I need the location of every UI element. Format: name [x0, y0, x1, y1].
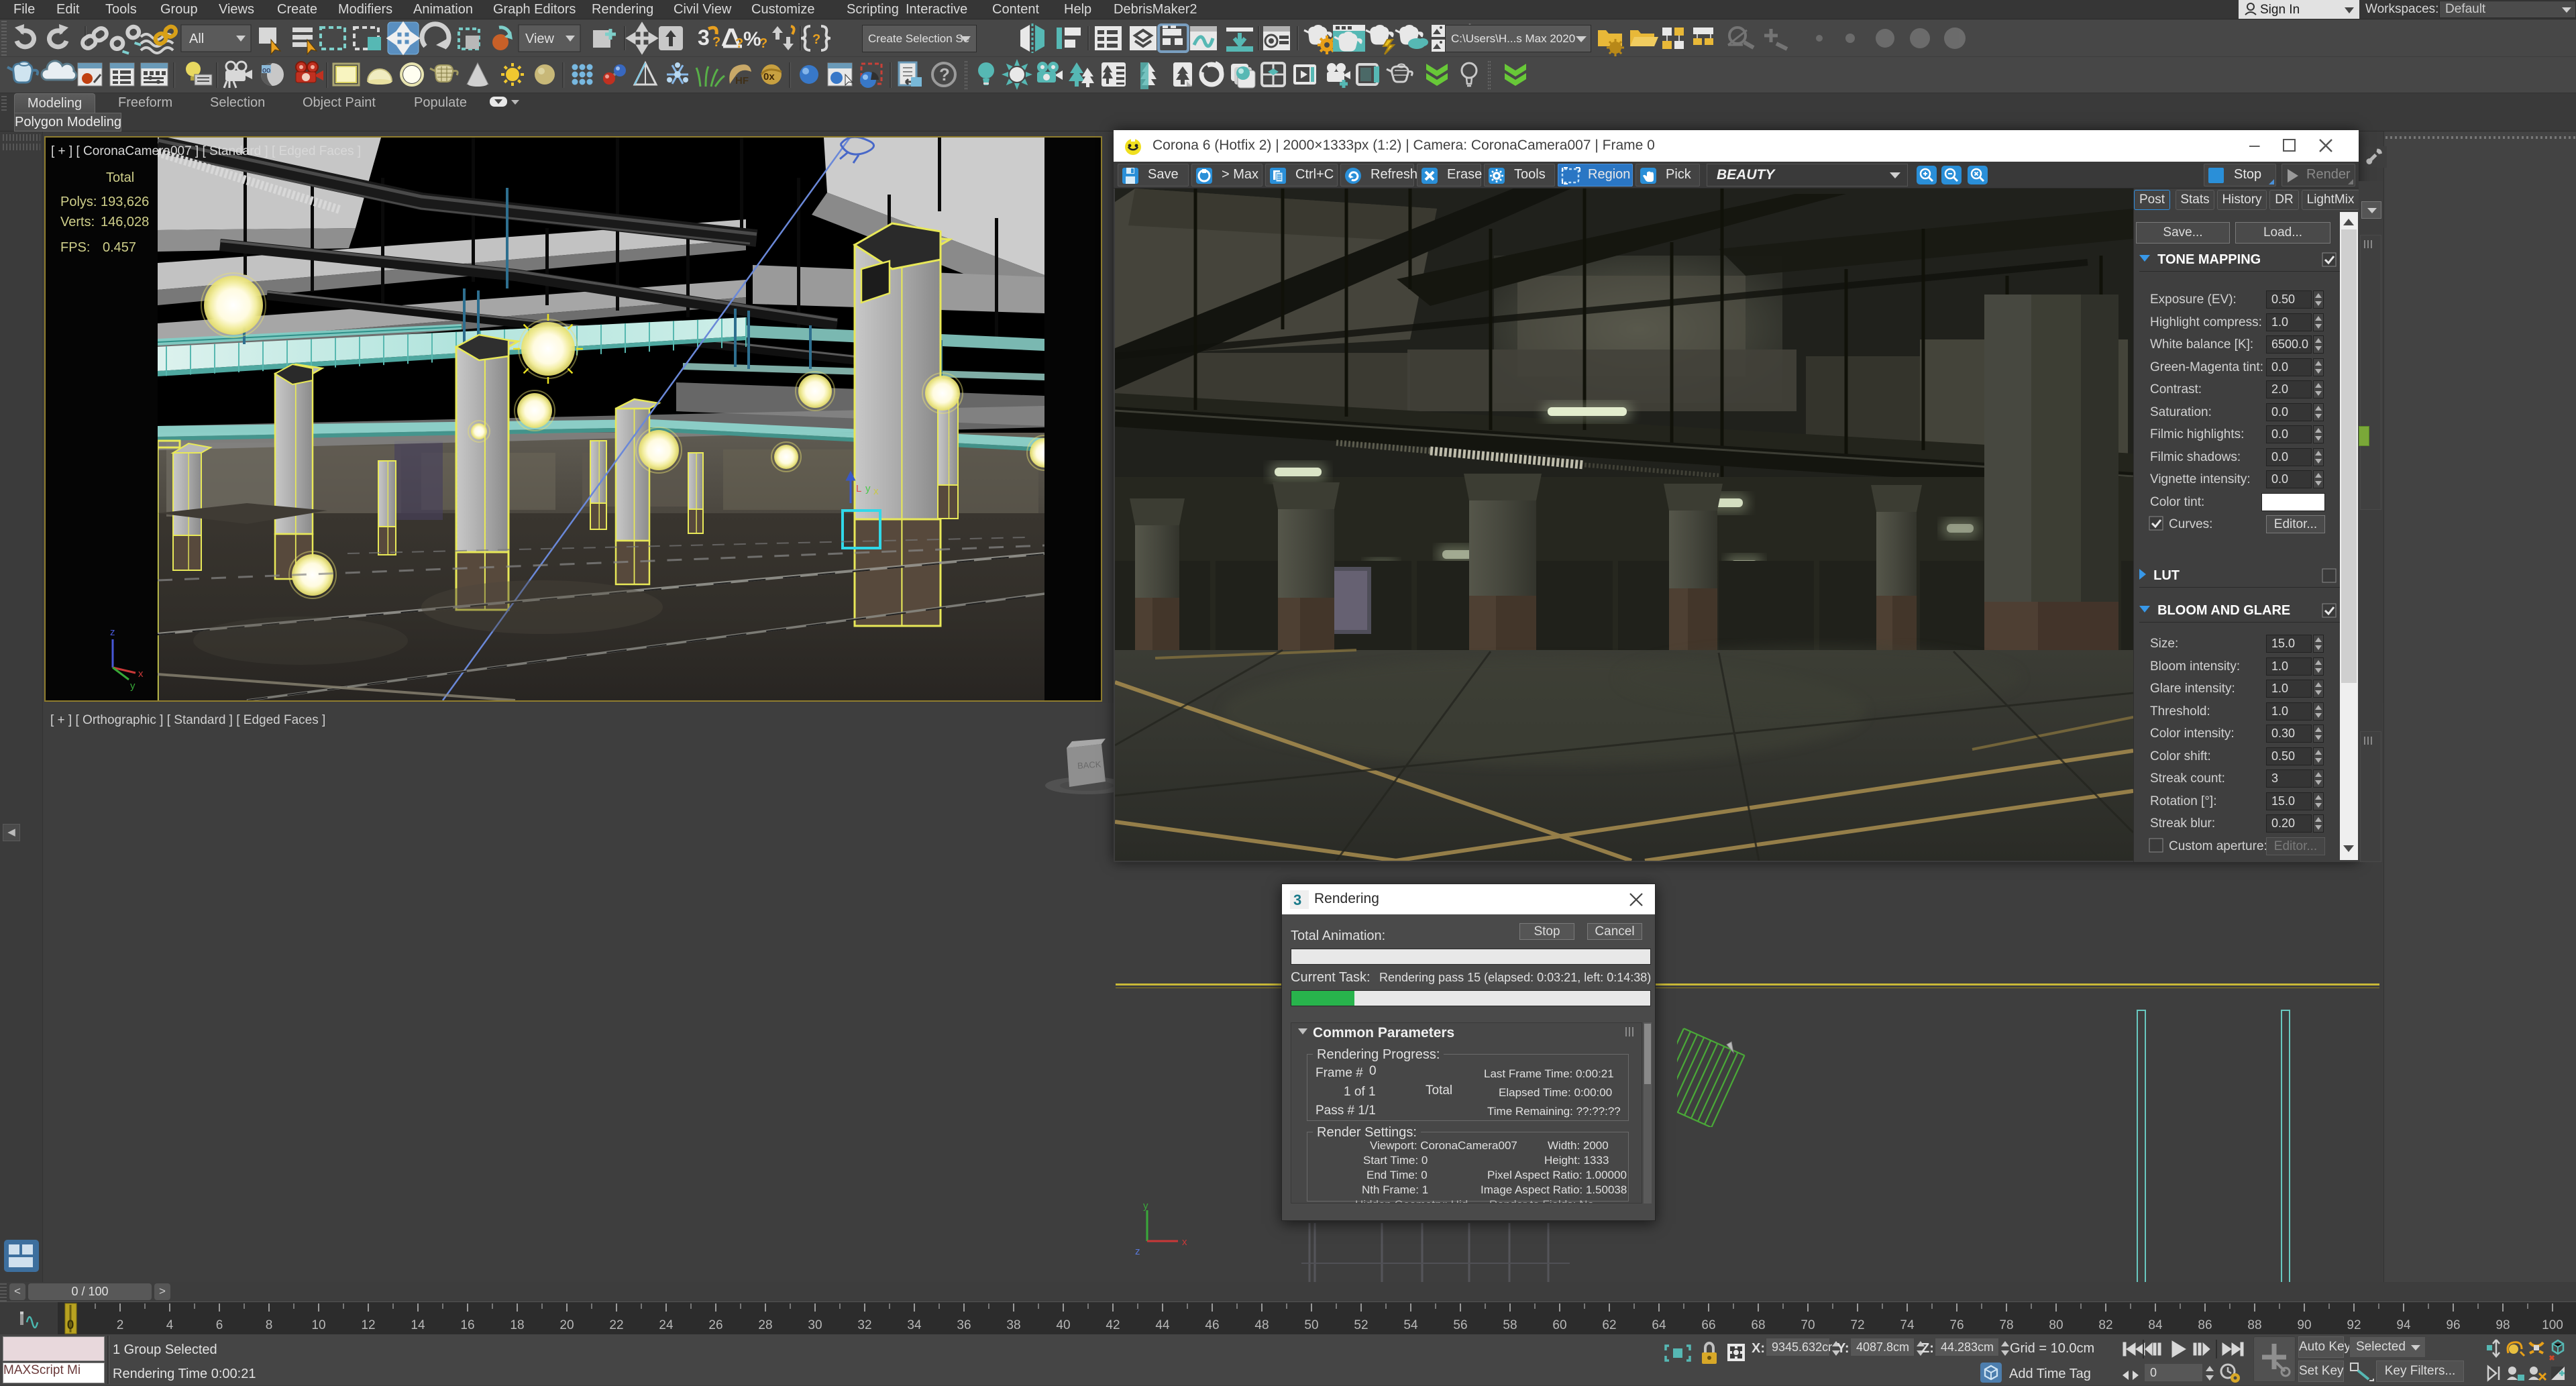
svg-text:12: 12 — [361, 1318, 375, 1332]
svg-text:52: 52 — [1354, 1318, 1368, 1332]
svg-text:46: 46 — [1205, 1318, 1219, 1332]
svg-text:92: 92 — [2347, 1318, 2361, 1332]
svg-text:6: 6 — [216, 1318, 223, 1332]
svg-text:66: 66 — [1701, 1318, 1715, 1332]
svg-text:96: 96 — [2446, 1318, 2460, 1332]
svg-text:32: 32 — [857, 1318, 871, 1332]
svg-text:80: 80 — [2049, 1318, 2063, 1332]
svg-text:84: 84 — [2148, 1318, 2163, 1332]
svg-text:y: y — [865, 483, 871, 494]
svg-text:146,028: 146,028 — [101, 215, 149, 229]
svg-text:%: % — [743, 28, 761, 50]
svg-text:90: 90 — [2297, 1318, 2311, 1332]
svg-text:62: 62 — [1602, 1318, 1616, 1332]
svg-text:54: 54 — [1403, 1318, 1418, 1332]
svg-text:8: 8 — [266, 1318, 273, 1332]
svg-text:0: 0 — [67, 1318, 74, 1332]
svg-text:x: x — [873, 486, 879, 497]
svg-text:L: L — [856, 483, 861, 494]
svg-text:40: 40 — [1056, 1318, 1070, 1332]
svg-text:Total: Total — [106, 170, 134, 185]
svg-text:2: 2 — [117, 1318, 124, 1332]
svg-text:68: 68 — [1751, 1318, 1765, 1332]
svg-text:72: 72 — [1850, 1318, 1864, 1332]
svg-text:98: 98 — [2496, 1318, 2510, 1332]
svg-text:64: 64 — [1652, 1318, 1666, 1332]
svg-text:z: z — [1135, 1246, 1140, 1257]
svg-text:0.457: 0.457 — [103, 240, 136, 255]
svg-text:100: 100 — [2542, 1318, 2563, 1332]
svg-text:Verts:: Verts: — [60, 215, 95, 229]
svg-text:3: 3 — [1293, 892, 1301, 908]
svg-text:?: ? — [939, 64, 950, 85]
svg-text:56: 56 — [1453, 1318, 1467, 1332]
svg-text:44: 44 — [1155, 1318, 1170, 1332]
svg-text:58: 58 — [1503, 1318, 1517, 1332]
svg-text:28: 28 — [758, 1318, 772, 1332]
svg-text:14: 14 — [411, 1318, 425, 1332]
svg-text:x: x — [1182, 1236, 1187, 1248]
svg-text:78: 78 — [1999, 1318, 2013, 1332]
svg-text:HF: HF — [735, 75, 749, 87]
svg-text:10: 10 — [311, 1318, 325, 1332]
svg-text:All: All — [189, 32, 204, 46]
svg-text:x: x — [138, 668, 144, 680]
svg-text:y: y — [130, 680, 136, 692]
svg-text:FPS:: FPS: — [60, 240, 90, 255]
svg-text:82: 82 — [2098, 1318, 2112, 1332]
svg-text:94: 94 — [2396, 1318, 2411, 1332]
svg-text:70: 70 — [1801, 1318, 1815, 1332]
svg-text:18: 18 — [510, 1318, 524, 1332]
svg-text:y: y — [1143, 1201, 1148, 1212]
svg-text:26: 26 — [708, 1318, 722, 1332]
svg-text:Polys:: Polys: — [60, 195, 97, 209]
svg-text:42: 42 — [1106, 1318, 1120, 1332]
svg-text:Sign In: Sign In — [2260, 3, 2300, 17]
svg-text:60: 60 — [1552, 1318, 1566, 1332]
svg-text:oo: oo — [262, 66, 270, 74]
svg-text:16: 16 — [460, 1318, 474, 1332]
svg-text:30: 30 — [808, 1318, 822, 1332]
svg-text:50: 50 — [1304, 1318, 1318, 1332]
svg-text:20: 20 — [559, 1318, 574, 1332]
svg-text:?: ? — [812, 32, 820, 47]
svg-text:76: 76 — [1949, 1318, 1964, 1332]
svg-text:38: 38 — [1006, 1318, 1020, 1332]
svg-text:?: ? — [712, 35, 720, 50]
svg-text:BACK: BACK — [1077, 759, 1102, 771]
svg-text:?: ? — [735, 36, 743, 51]
svg-text:48: 48 — [1254, 1318, 1269, 1332]
svg-text:86: 86 — [2198, 1318, 2212, 1332]
svg-text:88: 88 — [2247, 1318, 2261, 1332]
svg-text:0x: 0x — [763, 71, 775, 83]
svg-text:[ + ] [ CoronaCamera007 ] [ St: [ + ] [ CoronaCamera007 ] [ Standard ] [… — [51, 144, 361, 158]
svg-text:193,626: 193,626 — [101, 195, 149, 209]
svg-text:?: ? — [759, 36, 767, 51]
svg-text:4: 4 — [166, 1318, 174, 1332]
svg-text:3: 3 — [698, 25, 710, 50]
svg-text:74: 74 — [1900, 1318, 1915, 1332]
svg-text:View: View — [525, 32, 555, 46]
svg-text:24: 24 — [659, 1318, 674, 1332]
svg-text:22: 22 — [609, 1318, 623, 1332]
svg-text:z: z — [110, 627, 115, 638]
svg-text:34: 34 — [907, 1318, 922, 1332]
svg-text:36: 36 — [957, 1318, 971, 1332]
